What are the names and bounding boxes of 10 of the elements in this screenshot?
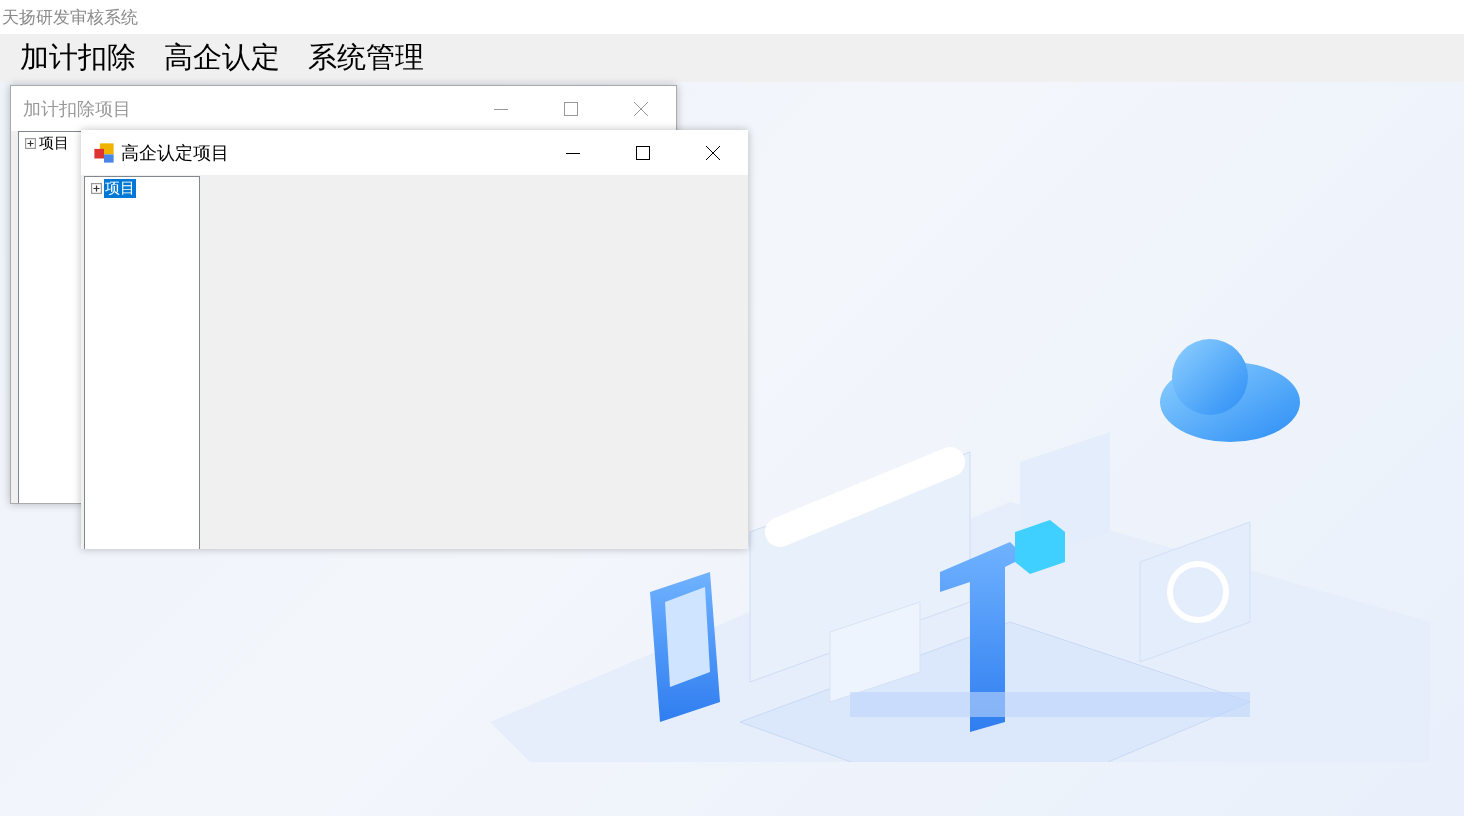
window-title: 高企认定项目 xyxy=(121,140,229,165)
close-icon[interactable] xyxy=(705,144,721,161)
maximize-icon[interactable] xyxy=(635,144,651,161)
window-title: 天扬研发审核系统 xyxy=(1,5,138,29)
tree-item[interactable]: 项目 xyxy=(104,179,136,198)
menu-item[interactable]: 高企认定 xyxy=(164,38,280,78)
expand-icon[interactable] xyxy=(91,183,102,194)
menu-item[interactable]: 系统管理 xyxy=(308,38,424,78)
window-title: 加计扣除项目 xyxy=(23,96,131,121)
menu-item[interactable]: 加计扣除 xyxy=(20,38,136,78)
